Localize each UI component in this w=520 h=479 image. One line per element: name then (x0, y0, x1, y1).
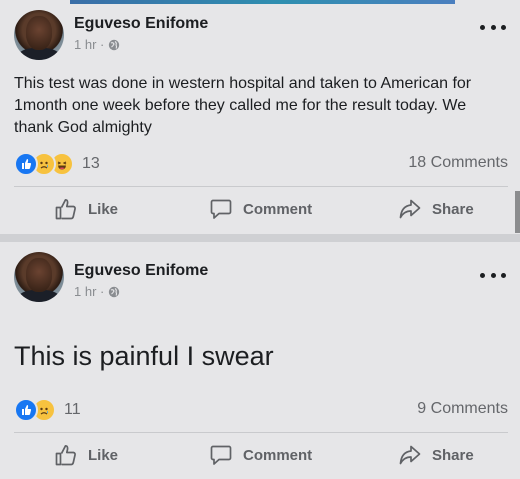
share-button[interactable]: Share (398, 438, 474, 472)
share-button[interactable]: Share (398, 192, 474, 226)
post-meta: 1 hr · (74, 284, 120, 299)
post-actions: Like Comment Share (0, 438, 520, 472)
like-button[interactable]: Like (54, 192, 118, 226)
post-text: This is painful I swear (14, 341, 274, 371)
reaction-count: 11 (64, 401, 81, 418)
post-card: Eguveso Enifome 1 hr · This test was don… (0, 4, 520, 234)
post-actions: Like Comment Share (0, 192, 520, 226)
comment-icon (210, 199, 232, 219)
post-time[interactable]: 1 hr · (74, 37, 104, 52)
more-options-button[interactable] (480, 268, 506, 282)
author-name[interactable]: Eguveso Enifome (74, 15, 208, 33)
share-label: Share (432, 200, 474, 218)
avatar[interactable] (14, 10, 64, 60)
divider (14, 432, 508, 433)
comments-count[interactable]: 9 Comments (417, 400, 508, 418)
comment-label: Comment (243, 446, 313, 464)
reactions-summary[interactable]: 13 (14, 152, 100, 176)
avatar[interactable] (14, 252, 64, 302)
reactions-summary[interactable]: 11 (14, 398, 81, 422)
more-options-button[interactable] (480, 20, 506, 34)
reaction-count: 13 (82, 155, 100, 172)
scrollbar[interactable] (515, 191, 520, 233)
globe-icon (109, 39, 120, 50)
comment-icon (210, 445, 232, 465)
like-reaction-icon (14, 152, 38, 176)
post-meta: 1 hr · (74, 37, 120, 52)
post-time[interactable]: 1 hr · (74, 284, 104, 299)
comments-count[interactable]: 18 Comments (408, 154, 508, 172)
comment-label: Comment (243, 200, 313, 218)
like-reaction-icon (14, 398, 38, 422)
globe-icon (109, 286, 120, 297)
like-label: Like (88, 200, 119, 218)
comment-button[interactable]: Comment (209, 438, 312, 472)
like-button[interactable]: Like (54, 438, 118, 472)
share-label: Share (432, 446, 474, 464)
thumbs-up-icon (55, 444, 76, 466)
share-icon (399, 199, 421, 219)
share-icon (399, 445, 421, 465)
author-name[interactable]: Eguveso Enifome (74, 262, 208, 280)
divider (14, 186, 508, 187)
post-card: Eguveso Enifome 1 hr · This is painful I… (0, 242, 520, 479)
post-text: This test was done in western hospital a… (14, 75, 472, 136)
thumbs-up-icon (55, 198, 76, 220)
comment-button[interactable]: Comment (209, 192, 312, 226)
like-label: Like (88, 446, 119, 464)
